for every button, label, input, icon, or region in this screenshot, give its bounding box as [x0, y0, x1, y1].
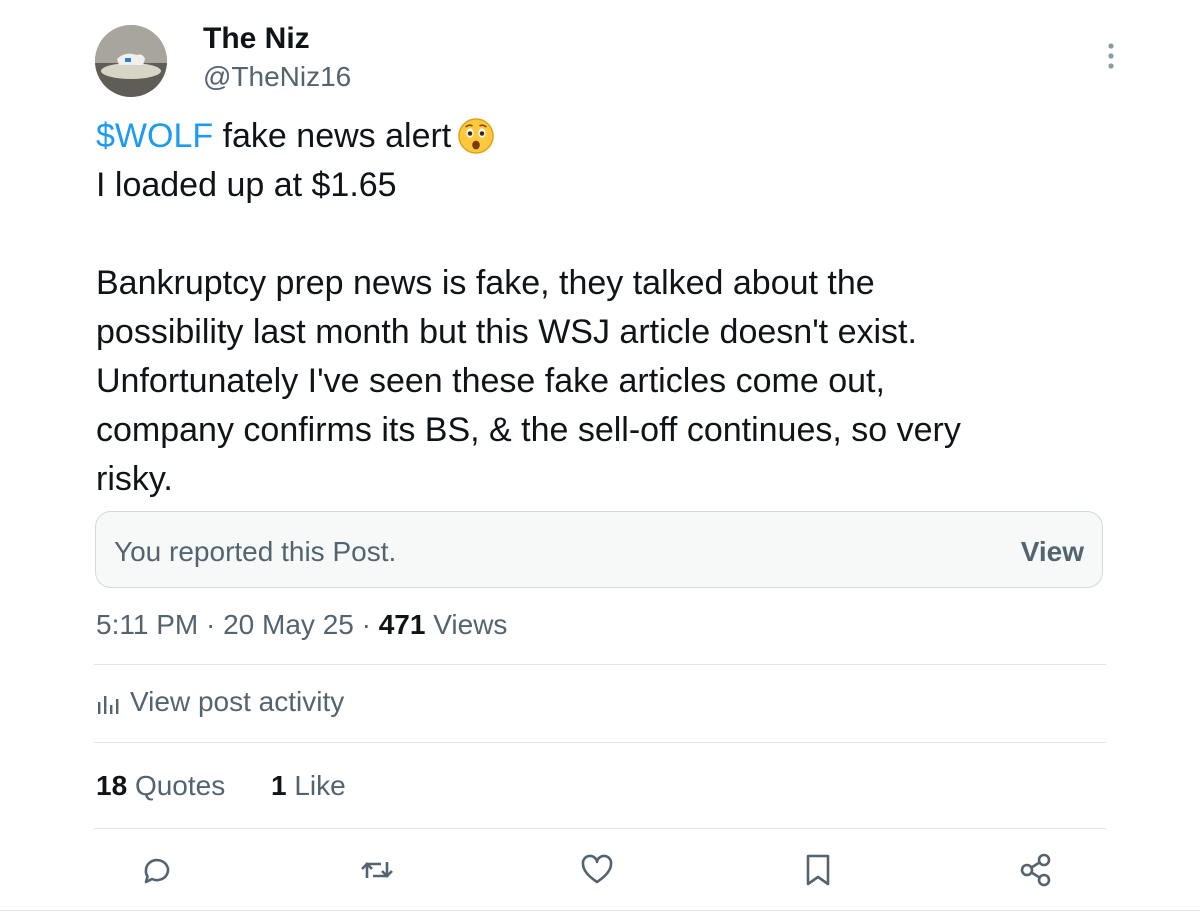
- tweet-para2-line: Bankruptcy prep news is fake, they talke…: [96, 264, 875, 302]
- reply-button[interactable]: [137, 850, 177, 890]
- share-icon: [1020, 853, 1051, 887]
- post-date[interactable]: 20 May 25: [223, 609, 354, 640]
- share-button[interactable]: [1016, 850, 1056, 890]
- avatar-image: [95, 25, 167, 97]
- avatar[interactable]: [95, 25, 167, 97]
- tweet-para2-line: Unfortunately I've seen these fake artic…: [96, 362, 885, 400]
- more-options-button[interactable]: [1096, 38, 1126, 74]
- view-post-activity-label: View post activity: [130, 686, 345, 717]
- tweet-para2-line: possibility last month but this WSJ arti…: [96, 313, 917, 351]
- repost-icon: [361, 862, 393, 878]
- author-handle[interactable]: @TheNiz16: [203, 61, 351, 93]
- meta-separator: ·: [205, 609, 216, 640]
- likes-count: 1: [271, 770, 287, 801]
- quotes-label: Quotes: [134, 770, 226, 801]
- meta-separator: ·: [361, 609, 371, 640]
- tweet-line-2: I loaded up at $1.65: [96, 166, 397, 204]
- bar-chart-icon: [98, 696, 119, 714]
- tweet-line-1-text: fake news alert: [213, 117, 452, 155]
- reply-icon: [144, 858, 170, 884]
- quotes-count: 18: [96, 770, 128, 801]
- cashtag-link[interactable]: $WOLF: [96, 117, 213, 155]
- tweet-line-1: $WOLF fake news alert: [96, 112, 1126, 161]
- tweet-text: $WOLF fake news alert I loaded up at $1.…: [96, 112, 1126, 504]
- view-reported-post-button[interactable]: View: [1021, 536, 1084, 568]
- repost-button[interactable]: [357, 850, 397, 890]
- author-display-name[interactable]: The Niz: [203, 22, 310, 56]
- engagement-stats: 18 Quotes 1 Like: [96, 770, 384, 802]
- divider: [94, 664, 1106, 665]
- post-meta: 5:11 PM · 20 May 25 · 471 Views: [96, 609, 507, 641]
- divider: [94, 828, 1106, 829]
- divider: [94, 742, 1106, 743]
- astonished-face-emoji-icon: [457, 117, 495, 169]
- views-label: Views: [433, 609, 508, 640]
- views-count: 471: [378, 609, 426, 640]
- more-vertical-icon: [1108, 43, 1114, 69]
- report-notice: You reported this Post. View: [95, 511, 1103, 588]
- like-button[interactable]: [577, 850, 617, 890]
- likes-label: Like: [294, 770, 346, 801]
- bookmark-icon: [806, 854, 830, 886]
- like-icon: [581, 854, 613, 884]
- post-time[interactable]: 5:11 PM: [96, 609, 198, 640]
- view-post-activity-link[interactable]: View post activity: [96, 686, 344, 718]
- bookmark-button[interactable]: [798, 850, 838, 890]
- report-notice-text: You reported this Post.: [114, 536, 397, 567]
- tweet-para2-line: company confirms its BS, & the sell-off …: [96, 411, 961, 449]
- tweet-para2-line: risky.: [96, 460, 173, 498]
- quotes-stat[interactable]: 18 Quotes: [96, 770, 225, 801]
- likes-stat[interactable]: 1 Like: [271, 770, 346, 801]
- bottom-divider: [0, 910, 1200, 911]
